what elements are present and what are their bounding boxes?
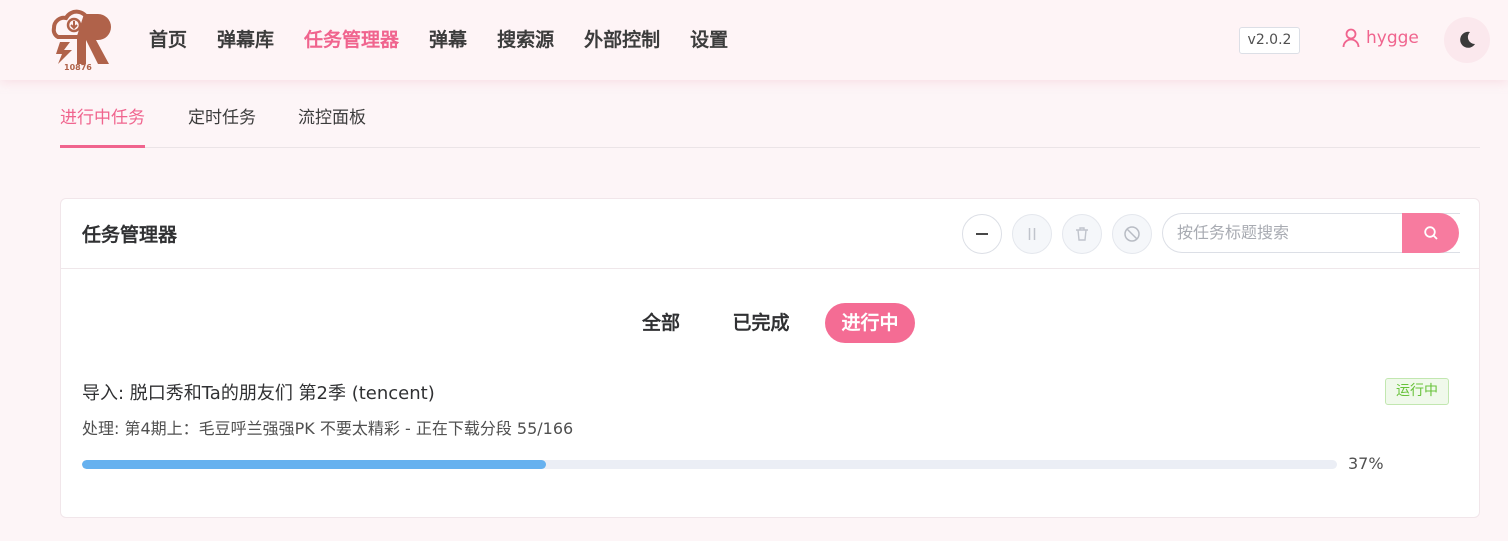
task-filters: 全部 已完成 进行中	[61, 303, 1479, 343]
logo-number: 10876	[64, 63, 92, 72]
nav-danmaku[interactable]: 弹幕	[414, 22, 482, 58]
delete-button[interactable]	[1062, 214, 1102, 254]
version-badge: v2.0.2	[1239, 27, 1300, 54]
task-description: 处理: 第4期上：毛豆呼兰强强PK 不要太精彩 - 正在下载分段 55/166	[82, 419, 574, 438]
minus-icon	[976, 233, 988, 235]
card-header: 任务管理器 按任务标题搜索	[61, 199, 1479, 269]
pause-icon	[1028, 228, 1036, 240]
search-button[interactable]	[1402, 213, 1459, 253]
trash-icon	[1076, 227, 1088, 241]
status-badge: 运行中	[1385, 378, 1449, 405]
task-title: 导入: 脱口秀和Ta的朋友们 第2季 (tencent)	[82, 383, 435, 404]
abort-button[interactable]	[1112, 214, 1152, 254]
main-nav: 首页 弹幕库 任务管理器 弹幕 搜索源 外部控制 设置	[140, 22, 743, 58]
collapse-button[interactable]	[962, 214, 1002, 254]
tab-scheduled-tasks[interactable]: 定时任务	[188, 106, 256, 148]
nav-task-manager[interactable]: 任务管理器	[289, 22, 414, 58]
tab-flow-control[interactable]: 流控面板	[298, 106, 366, 148]
pause-button[interactable]	[1012, 214, 1052, 254]
nav-search-sources[interactable]: 搜索源	[482, 22, 569, 58]
filter-all[interactable]: 全部	[626, 303, 696, 343]
nav-danmaku-library[interactable]: 弹幕库	[202, 22, 289, 58]
filter-running[interactable]: 进行中	[825, 303, 915, 343]
nav-external-control[interactable]: 外部控制	[569, 22, 675, 58]
ban-icon	[1124, 226, 1140, 242]
progress-bar	[82, 460, 1337, 469]
nav-home[interactable]: 首页	[140, 22, 202, 58]
subtabs: 进行中任务 定时任务 流控面板	[60, 96, 1480, 148]
logo[interactable]: 10876	[48, 8, 114, 72]
tab-running-tasks[interactable]: 进行中任务	[60, 106, 145, 148]
theme-toggle-button[interactable]	[1444, 17, 1490, 63]
top-header: 10876 首页 弹幕库 任务管理器 弹幕 搜索源 外部控制 设置 v2.0.2…	[0, 0, 1508, 80]
task-manager-card: 任务管理器 按任务标题搜索 全部 已完成 进行中 导入: 脱口秀和Ta的朋友们 …	[60, 198, 1480, 518]
moon-icon	[1460, 31, 1475, 48]
search-icon	[1423, 226, 1438, 240]
user-menu[interactable]: hygge	[1342, 28, 1419, 48]
card-title: 任务管理器	[82, 224, 178, 246]
user-name: hygge	[1366, 28, 1419, 48]
progress-percent: 37%	[1348, 454, 1384, 473]
progress-fill	[82, 460, 547, 469]
user-icon	[1342, 28, 1360, 48]
nav-settings[interactable]: 设置	[675, 22, 743, 58]
filter-completed[interactable]: 已完成	[721, 303, 801, 343]
